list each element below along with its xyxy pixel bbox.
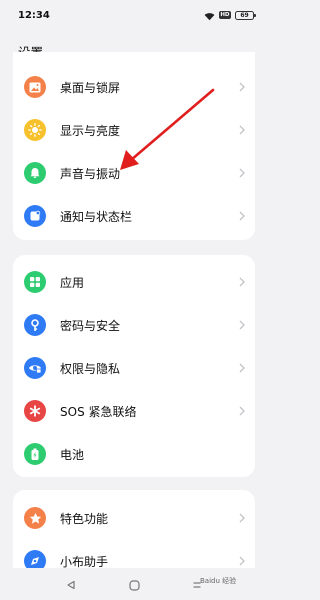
settings-item-label: 声音与振动	[60, 166, 121, 181]
notification-icon	[24, 205, 46, 227]
assistant-icon	[24, 550, 46, 568]
chevron-right-icon	[237, 210, 247, 222]
sos-asterisk-icon	[24, 400, 46, 422]
wifi-icon	[204, 6, 215, 25]
settings-group-features: 特色功能 小布助手	[13, 490, 255, 568]
settings-item-password-security[interactable]: 密码与安全	[13, 304, 255, 346]
settings-item-label: 特色功能	[60, 511, 109, 526]
battery-icon: 69	[235, 10, 256, 20]
status-time: 12:34	[18, 9, 50, 21]
battery-icon	[24, 443, 46, 465]
settings-item-label: 权限与隐私	[60, 361, 121, 376]
settings-item-label: SOS 紧急联络	[60, 404, 137, 419]
apps-grid-icon	[24, 271, 46, 293]
settings-item-permissions-privacy[interactable]: 权限与隐私	[13, 347, 255, 389]
chevron-right-icon	[237, 555, 247, 567]
sun-icon	[24, 119, 46, 141]
chevron-right-icon	[237, 512, 247, 524]
settings-item-label: 密码与安全	[60, 318, 121, 333]
chevron-right-icon	[237, 167, 247, 179]
home-circle-icon[interactable]	[123, 574, 145, 596]
settings-item-sound-vibration[interactable]: 声音与振动	[13, 152, 255, 194]
settings-item-label: 应用	[60, 275, 85, 290]
chevron-right-icon	[237, 81, 247, 93]
settings-item-label: 显示与亮度	[60, 123, 121, 138]
back-triangle-icon[interactable]	[60, 574, 82, 596]
chevron-right-icon	[237, 362, 247, 374]
chevron-right-icon	[237, 124, 247, 136]
chevron-right-icon	[237, 405, 247, 417]
settings-item-special-features[interactable]: 特色功能	[13, 497, 255, 539]
settings-item-apps[interactable]: 应用	[13, 261, 255, 303]
chevron-right-icon	[237, 276, 247, 288]
status-icons: HD 69	[204, 6, 256, 25]
settings-group-display: 桌面与锁屏 显示与亮度 声音与振动 通知与状态栏	[13, 52, 255, 240]
settings-item-battery[interactable]: 电池	[13, 433, 255, 475]
chevron-right-icon	[237, 319, 247, 331]
settings-item-label: 通知与状态栏	[60, 209, 133, 224]
privacy-eye-icon	[24, 357, 46, 379]
settings-item-label: 小布助手	[60, 554, 109, 569]
settings-item-sos-emergency[interactable]: SOS 紧急联络	[13, 390, 255, 432]
battery-level: 69	[240, 11, 249, 19]
settings-group-system: 应用 密码与安全 权限与隐私 SOS 紧急联络 电池	[13, 255, 255, 477]
settings-item-label: 电池	[60, 447, 85, 462]
settings-item-breeno-assistant[interactable]: 小布助手	[13, 540, 255, 568]
settings-item-wallpaper-lockscreen[interactable]: 桌面与锁屏	[13, 66, 255, 108]
star-icon	[24, 507, 46, 529]
watermark: Baidu 经验	[200, 577, 237, 585]
key-icon	[24, 314, 46, 336]
settings-item-display-brightness[interactable]: 显示与亮度	[13, 109, 255, 151]
status-bar: 12:34 HD 69	[0, 0, 268, 30]
settings-item-label: 桌面与锁屏	[60, 80, 121, 95]
settings-item-notifications-statusbar[interactable]: 通知与状态栏	[13, 195, 255, 237]
bell-icon	[24, 162, 46, 184]
wallpaper-icon	[24, 76, 46, 98]
hd-icon: HD	[218, 11, 231, 19]
